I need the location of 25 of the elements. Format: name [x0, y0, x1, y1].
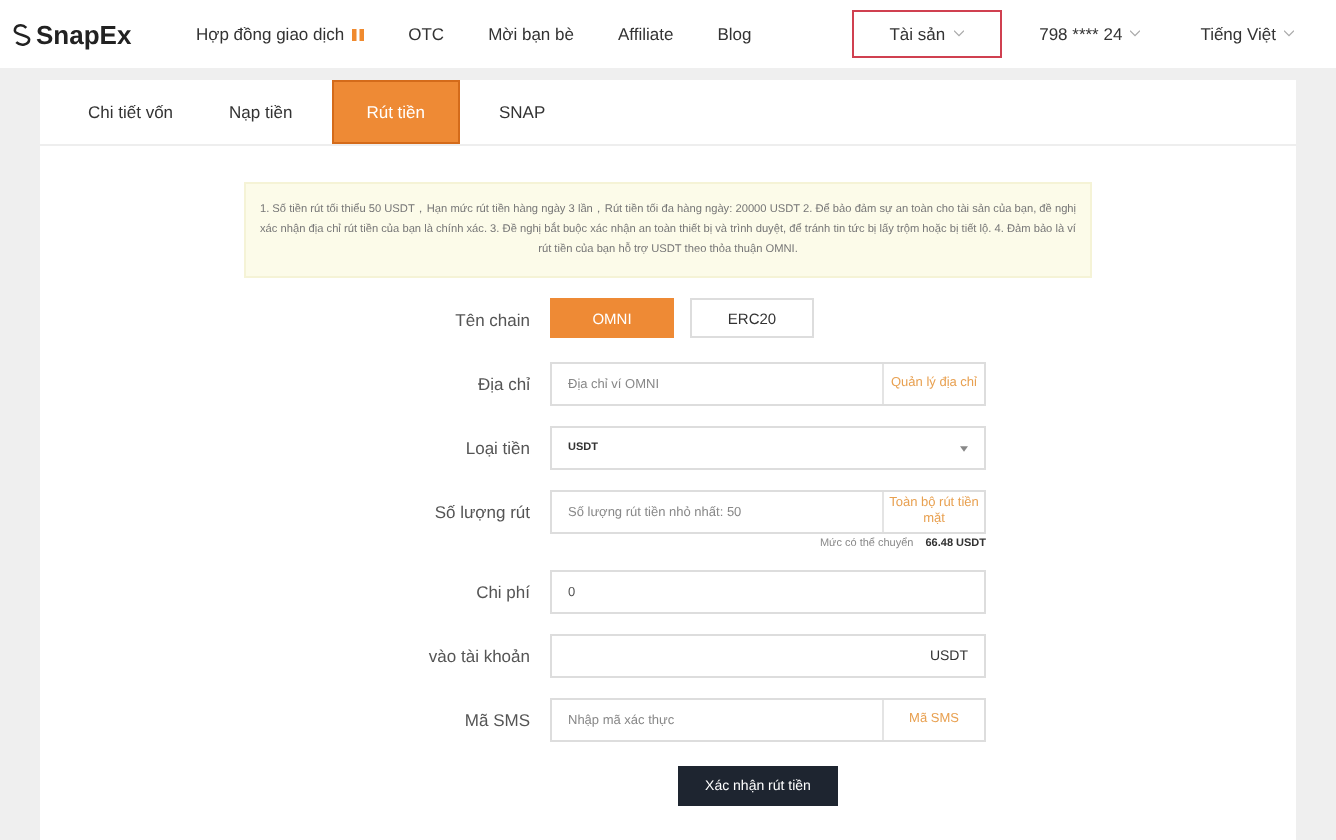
field-label: Chi phí — [474, 580, 530, 606]
caret-icon — [953, 30, 964, 38]
nav-link[interactable]: Blog — [717, 24, 752, 44]
nav-link[interactable]: Hợp đồng giao dịch — [196, 24, 365, 44]
field-label: Số lượng rút — [432, 500, 530, 526]
bars-icon — [352, 27, 365, 41]
menu-dropdown[interactable]: 798 **** 24 — [1009, 10, 1171, 58]
menu-dropdown[interactable]: Tài sản — [851, 10, 1002, 58]
brand-name: SnapEx — [36, 19, 132, 49]
menu-dropdown[interactable]: Tiếng Việt — [1170, 10, 1324, 58]
nav-link[interactable]: Affiliate — [617, 24, 674, 44]
field-label: Mã SMS — [462, 708, 530, 734]
tab[interactable]: Chi tiết vốn — [60, 80, 202, 144]
logo-icon — [12, 21, 32, 47]
field-label: Loại tiền — [463, 436, 530, 462]
caret-icon — [1130, 30, 1141, 38]
nav-link[interactable]: OTC — [408, 24, 445, 44]
tab[interactable]: SNAP — [471, 80, 574, 144]
nav-link[interactable]: Mời bạn bè — [488, 24, 574, 44]
field-label: Địa chỉ — [476, 372, 530, 398]
caret-icon — [1284, 30, 1294, 38]
field-label: Tên chain — [453, 308, 530, 334]
field-label: vào tài khoản — [426, 644, 530, 670]
caret-icon — [960, 445, 968, 451]
tab[interactable]: Nạp tiền — [201, 80, 321, 144]
